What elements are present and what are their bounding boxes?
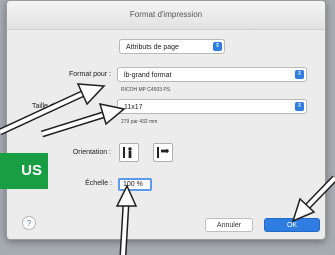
cancel-button[interactable]: Annuler — [205, 218, 253, 232]
ok-button[interactable]: OK — [264, 218, 320, 232]
format-for-value: lb-grand format — [124, 72, 172, 79]
attributes-select[interactable]: Attributs de page ⇕ — [119, 39, 225, 54]
portrait-person-icon — [123, 147, 132, 158]
paper-dimensions: 279 par 432 mm — [121, 119, 158, 125]
paper-size-label: Taille du — [32, 103, 58, 110]
portrait-orientation-button[interactable] — [119, 143, 139, 162]
format-for-label: Format pour : — [68, 71, 111, 78]
attributes-select-value: Attributs de page — [126, 44, 179, 51]
chevron-updown-icon: ⇕ — [213, 42, 222, 51]
paper-size-value: 11x17 — [124, 104, 143, 111]
help-button[interactable]: ? — [22, 216, 36, 230]
page-setup-dialog: Format d'impression Attributs de page ⇕ … — [6, 0, 326, 240]
scale-input[interactable]: 100 % — [118, 178, 152, 191]
chevron-updown-icon: ⇕ — [295, 70, 304, 79]
window-title: Format d'impression — [7, 1, 325, 30]
paper-size-select[interactable]: 11x17 ⇕ — [117, 99, 307, 114]
printer-name: RICOH MP C4503 PS — [121, 87, 171, 93]
landscape-orientation-button[interactable] — [153, 143, 173, 162]
orientation-label: Orientation : — [72, 149, 111, 156]
chevron-updown-icon: ⇕ — [295, 102, 304, 111]
landscape-person-icon — [157, 147, 169, 158]
format-for-select[interactable]: lb-grand format ⇕ — [117, 67, 307, 82]
us-badge: US — [0, 153, 48, 189]
scale-label: Échelle : — [85, 180, 112, 187]
